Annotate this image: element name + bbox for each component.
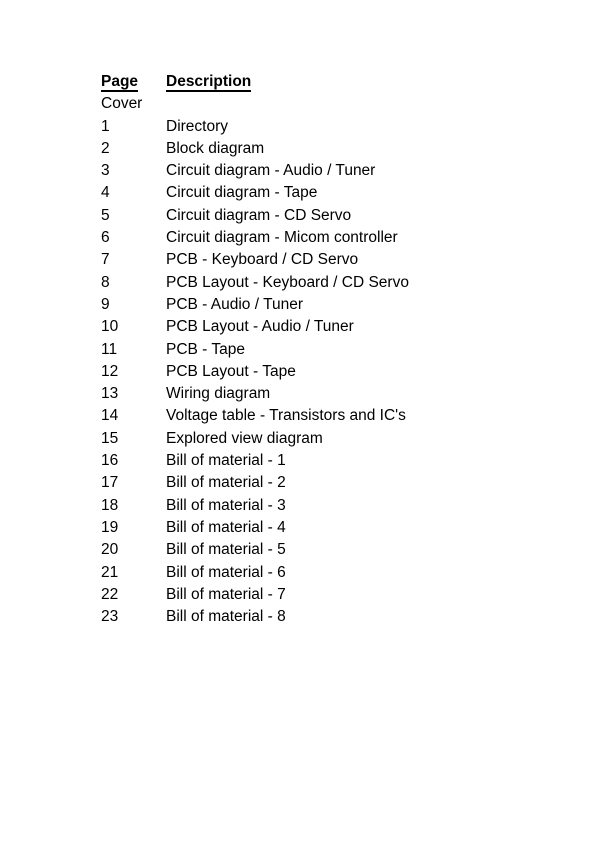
table-row: 4 Circuit diagram - Tape <box>101 182 531 204</box>
cell-description: Directory <box>166 117 229 135</box>
cell-description: PCB Layout - Audio / Tuner <box>166 318 354 336</box>
cell-page: 19 <box>101 518 119 536</box>
cell-page: 20 <box>101 541 119 559</box>
cell-page: 6 <box>101 229 110 247</box>
table-row: 5 Circuit diagram - CD Servo <box>101 205 531 227</box>
column-header-description: Description <box>166 71 531 93</box>
cell-page: 18 <box>101 496 119 514</box>
table-row: 19 Bill of material - 4 <box>101 517 531 539</box>
column-header-page: Page <box>101 71 166 93</box>
cell-page: 3 <box>101 162 110 180</box>
column-header-description-label: Description <box>166 73 252 92</box>
cell-description: Explored view diagram <box>166 429 323 447</box>
cell-description: Bill of material - 6 <box>166 563 286 581</box>
cell-page: 4 <box>101 184 110 202</box>
table-row: 21 Bill of material - 6 <box>101 562 531 584</box>
table-row: 23 Bill of material - 8 <box>101 606 531 628</box>
table-row: Cover <box>101 93 531 115</box>
cell-description: Circuit diagram - CD Servo <box>166 206 352 224</box>
cell-page: 16 <box>101 452 119 470</box>
table-row: 8 PCB Layout - Keyboard / CD Servo <box>101 272 531 294</box>
cell-page: 15 <box>101 429 119 447</box>
cell-page: 22 <box>101 585 119 603</box>
cell-description: Bill of material - 5 <box>166 541 286 559</box>
table-row: 17 Bill of material - 2 <box>101 472 531 494</box>
table-body: Cover 1 Directory 2 Block diagram 3 Circuit di… <box>101 93 531 628</box>
cell-description: PCB Layout - Tape <box>166 362 296 380</box>
cell-page: 11 <box>101 340 118 358</box>
table-row: 22 Bill of material - 7 <box>101 584 531 606</box>
cell-page: Cover <box>101 95 143 113</box>
cell-page: 12 <box>101 362 119 380</box>
cell-description: Bill of material - 1 <box>166 452 286 470</box>
cell-page: 23 <box>101 608 119 626</box>
table-row: 10 PCB Layout - Audio / Tuner <box>101 316 531 338</box>
cell-page: 17 <box>101 474 119 492</box>
cell-description: PCB - Tape <box>166 340 245 358</box>
cell-description: Voltage table - Transistors and IC's <box>166 407 406 425</box>
table-row: 14 Voltage table - Transistors and IC's <box>101 405 531 427</box>
cell-page: 10 <box>101 318 119 336</box>
cell-page: 5 <box>101 206 110 224</box>
cell-description: Bill of material - 3 <box>166 496 286 514</box>
cell-description: Bill of material - 7 <box>166 585 286 603</box>
table-row: 12 PCB Layout - Tape <box>101 361 531 383</box>
cell-description: Circuit diagram - Tape <box>166 184 318 202</box>
document-page: Page Description Cover 1 Directory 2 Block d… <box>0 0 595 842</box>
cell-description: Wiring diagram <box>166 385 271 403</box>
cell-description: PCB - Audio / Tuner <box>166 295 303 313</box>
table-row: 16 Bill of material - 1 <box>101 450 531 472</box>
cell-description: Bill of material - 2 <box>166 474 286 492</box>
table-row: 18 Bill of material - 3 <box>101 495 531 517</box>
table-header-row: Page Description <box>101 71 531 93</box>
table-row: 13 Wiring diagram <box>101 383 531 405</box>
cell-description: Bill of material - 4 <box>166 518 286 536</box>
cell-page: 13 <box>101 385 119 403</box>
table-row: 2 Block diagram <box>101 138 531 160</box>
table-row: 7 PCB - Keyboard / CD Servo <box>101 249 531 271</box>
cell-page: 21 <box>101 563 119 581</box>
table-row: 3 Circuit diagram - Audio / Tuner <box>101 160 531 182</box>
cell-description: Bill of material - 8 <box>166 608 286 626</box>
cell-page: 7 <box>101 251 110 269</box>
table-row: 20 Bill of material - 5 <box>101 539 531 561</box>
table-of-contents: Page Description Cover 1 Directory 2 Block d… <box>101 71 531 628</box>
column-header-page-label: Page <box>101 73 139 92</box>
cell-page: 1 <box>101 117 110 135</box>
cell-page: 8 <box>101 273 110 291</box>
cell-page: 2 <box>101 139 110 157</box>
cell-page: 9 <box>101 295 110 313</box>
cell-description: PCB Layout - Keyboard / CD Servo <box>166 273 409 291</box>
cell-description: Block diagram <box>166 139 265 157</box>
table-row: 9 PCB - Audio / Tuner <box>101 294 531 316</box>
table-row: 1 Directory <box>101 116 531 138</box>
table-row: 15 Explored view diagram <box>101 428 531 450</box>
cell-description: Circuit diagram - Micom controller <box>166 229 398 247</box>
cell-page: 14 <box>101 407 119 425</box>
table-row: 11 PCB - Tape <box>101 339 531 361</box>
cell-description: PCB - Keyboard / CD Servo <box>166 251 359 269</box>
table-row: 6 Circuit diagram - Micom controller <box>101 227 531 249</box>
cell-description: Circuit diagram - Audio / Tuner <box>166 162 376 180</box>
